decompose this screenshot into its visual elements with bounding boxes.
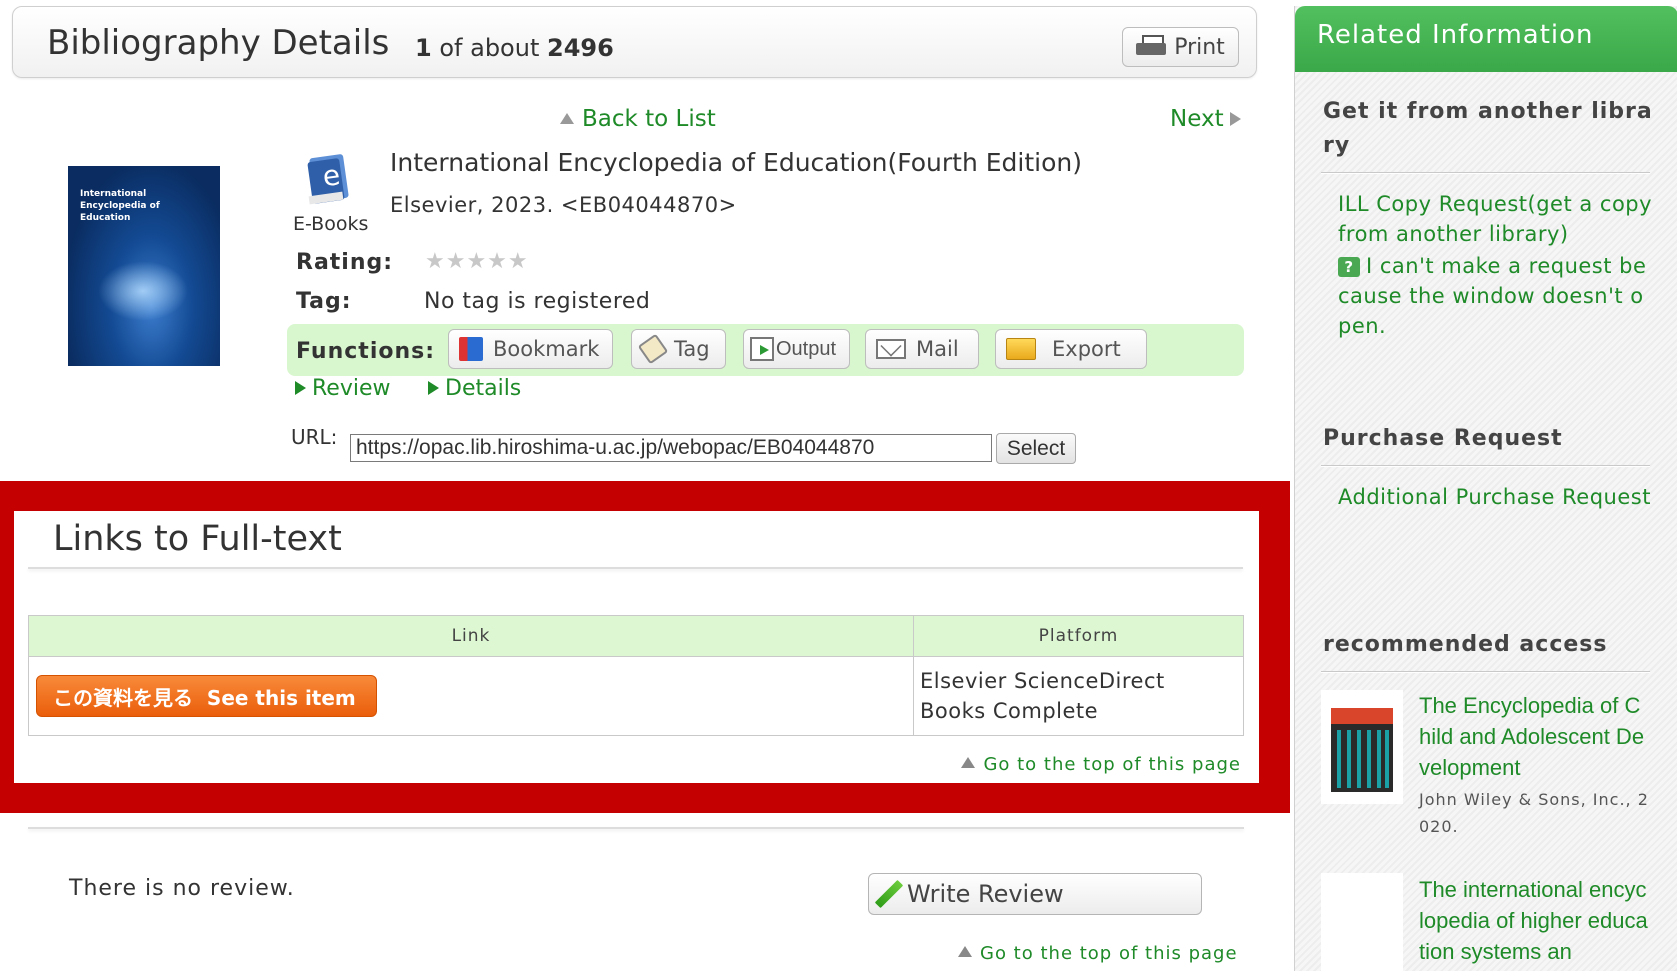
back-to-list-link[interactable]: Back to List: [560, 106, 716, 132]
print-button[interactable]: Print: [1122, 27, 1239, 67]
tag-value: No tag is registered: [424, 289, 651, 314]
book-publisher-line: Elsevier, 2023. <EB04044870>: [390, 193, 737, 217]
output-icon: [750, 337, 774, 361]
column-header-link: Link: [28, 615, 914, 657]
see-this-item-button[interactable]: この資料を見る See this item: [36, 675, 377, 717]
result-count-text: of about: [439, 34, 540, 62]
triangle-right-icon: [428, 381, 439, 395]
next-label: Next: [1170, 106, 1224, 132]
triangle-up-icon: [958, 946, 972, 957]
go-to-top-link[interactable]: Go to the top of this page: [958, 943, 1238, 964]
sidebar-divider: [1321, 671, 1650, 673]
fulltext-table: Link Platform この資料を見る See this item Else…: [28, 615, 1244, 736]
cover-title: International Encyclopedia of Education: [80, 189, 160, 223]
recommended-item-title[interactable]: The international encyclopedia of higher…: [1419, 874, 1649, 967]
print-button-label: Print: [1174, 34, 1225, 60]
page-title: Bibliography Details: [47, 23, 390, 63]
go-to-top-link[interactable]: Go to the top of this page: [961, 754, 1241, 775]
fulltext-section: Links to Full-text Link Platform この資料を見る…: [14, 511, 1259, 783]
printer-icon: [1136, 35, 1167, 59]
no-review-text: There is no review.: [69, 876, 295, 901]
recommended-book-thumbnail[interactable]: [1321, 690, 1403, 804]
another-library-heading: Get it from another library: [1323, 99, 1653, 158]
tag-button-label: Tag: [674, 337, 710, 361]
tag-label: Tag:: [296, 289, 352, 314]
bookmark-label: Bookmark: [493, 337, 600, 361]
help-link[interactable]: ? I can't make a request because the wind…: [1338, 251, 1653, 341]
rating-label: Rating:: [296, 250, 394, 275]
triangle-up-icon: [961, 757, 976, 768]
recommended-item-publisher: John Wiley & Sons, Inc., 2020.: [1419, 790, 1649, 836]
fulltext-highlight-frame: Links to Full-text Link Platform この資料を見る…: [0, 481, 1290, 813]
rating-stars[interactable]: ★★★★★: [425, 249, 529, 274]
triangle-right-icon: [1229, 112, 1241, 126]
platform-cell: Elsevier ScienceDirect Books Complete: [913, 656, 1244, 736]
result-total: 2496: [547, 34, 614, 62]
purchase-request-heading: Purchase Request: [1323, 426, 1563, 451]
bookmark-button[interactable]: Bookmark: [448, 329, 613, 369]
details-link[interactable]: Details: [428, 376, 521, 401]
bibliography-header: Bibliography Details 1 of about 2496 Pri…: [12, 6, 1257, 78]
result-index: 1: [415, 34, 432, 62]
recommended-access-heading: recommended access: [1323, 632, 1608, 657]
recommended-item-title[interactable]: The Encyclopedia of Child and Adolescent…: [1419, 690, 1649, 783]
next-link[interactable]: Next: [1170, 106, 1241, 132]
go-to-top-label: Go to the top of this page: [983, 754, 1241, 775]
ebook-icon: e: [307, 154, 349, 205]
go-to-top-label: Go to the top of this page: [980, 943, 1238, 964]
recommended-book-thumbnail[interactable]: [1321, 873, 1403, 971]
section-divider: [28, 827, 1244, 829]
sidebar-header: Related Information: [1295, 6, 1677, 72]
tag-button[interactable]: Tag: [631, 329, 726, 369]
export-button[interactable]: Export: [995, 329, 1147, 369]
tag-icon: [637, 333, 669, 365]
sidebar-divider: [1321, 172, 1650, 174]
material-type-label: E-Books: [293, 213, 369, 235]
help-icon: ?: [1338, 257, 1360, 277]
mail-button[interactable]: Mail: [865, 329, 979, 369]
section-divider: [28, 567, 1243, 569]
book-set-image: [1331, 708, 1393, 792]
permalink-url-field[interactable]: [350, 434, 992, 462]
bookmark-icon: [459, 337, 483, 361]
sidebar-divider: [1321, 465, 1650, 467]
table-row: この資料を見る See this item Elsevier ScienceDi…: [28, 656, 1244, 736]
details-link-label: Details: [445, 376, 522, 401]
folder-icon: [1006, 338, 1036, 360]
related-info-sidebar: Related Information Get it from another …: [1294, 6, 1677, 971]
export-label: Export: [1052, 337, 1121, 361]
book-cover-image[interactable]: International Encyclopedia of Education: [68, 166, 220, 366]
result-position: 1 of about 2496: [415, 34, 614, 62]
write-review-label: Write Review: [907, 880, 1064, 908]
pencil-icon: [874, 879, 904, 909]
book-title: International Encyclopedia of Education(…: [390, 148, 1083, 177]
mail-icon: [876, 339, 906, 359]
table-header-row: Link Platform: [28, 615, 1244, 657]
mail-label: Mail: [916, 337, 959, 361]
column-header-platform: Platform: [913, 615, 1244, 657]
triangle-up-icon: [560, 113, 574, 124]
review-link-label: Review: [312, 376, 391, 401]
functions-label: Functions:: [296, 339, 436, 364]
cover-globe-graphic: [98, 261, 188, 321]
help-link-label: I can't make a request because the windo…: [1338, 254, 1647, 338]
select-url-button[interactable]: Select: [996, 433, 1076, 464]
write-review-button[interactable]: Write Review: [868, 873, 1202, 915]
additional-purchase-request-link[interactable]: Additional Purchase Request: [1338, 482, 1653, 512]
triangle-right-icon: [295, 381, 306, 395]
link-cell: この資料を見る See this item: [28, 656, 914, 736]
ill-copy-request-link[interactable]: ILL Copy Request(get a copy from another…: [1338, 189, 1653, 249]
fulltext-heading: Links to Full-text: [53, 519, 342, 559]
back-to-list-label: Back to List: [582, 106, 716, 132]
functions-bar: Functions: Bookmark Tag Output Mail Expo…: [287, 324, 1244, 376]
review-link[interactable]: Review: [295, 376, 391, 401]
output-label: Output: [776, 337, 837, 360]
output-button[interactable]: Output: [743, 329, 850, 369]
url-label: URL:: [291, 425, 338, 449]
